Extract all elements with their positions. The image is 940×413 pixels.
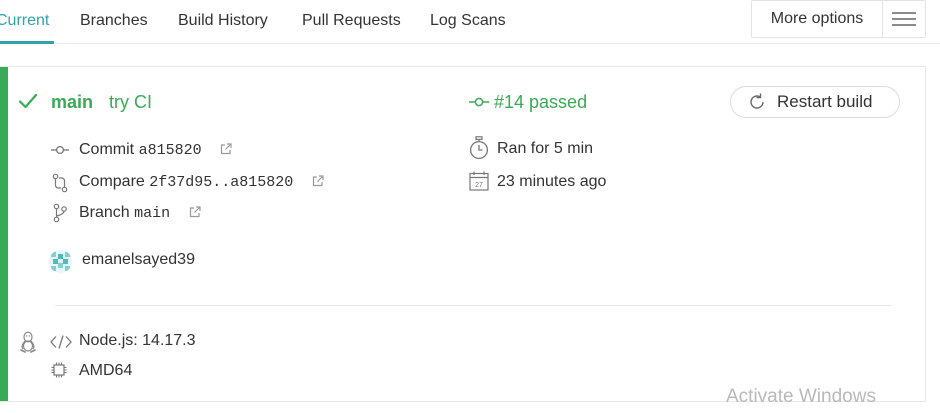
build-page: Current Branches Build History Pull Requ… — [0, 0, 940, 413]
author-name[interactable]: emanelsayed39 — [82, 250, 195, 270]
branch-row: Branch main — [79, 203, 201, 224]
compare-label: Compare — [79, 173, 145, 190]
commit-sha-link[interactable]: a815820 — [139, 142, 202, 159]
branch-label: Branch — [79, 204, 130, 221]
linux-icon — [19, 331, 37, 358]
branch-icon — [53, 203, 67, 228]
active-tab-indicator — [0, 41, 54, 44]
calendar-icon: 27 — [469, 171, 489, 196]
more-options-button[interactable]: More options — [751, 0, 926, 38]
finished-time: 23 minutes ago — [497, 173, 607, 190]
external-link-icon[interactable] — [312, 173, 324, 193]
tab-log-scans[interactable]: Log Scans — [430, 11, 506, 31]
restart-build-button[interactable]: Restart build — [730, 86, 900, 118]
activate-windows-watermark: Activate Windows — [726, 386, 876, 407]
build-status-link[interactable]: #14 passed — [494, 91, 587, 113]
commit-icon — [51, 143, 69, 162]
timer-icon — [468, 136, 490, 165]
external-link-icon[interactable] — [189, 204, 201, 224]
build-card: main try CI Commit a815820 Compare 2f37d… — [0, 66, 926, 402]
compare-icon — [52, 173, 68, 198]
branch-name-link[interactable]: main — [51, 91, 93, 113]
compare-range-link[interactable]: 2f37d95..a815820 — [149, 174, 293, 191]
tab-current[interactable]: Current — [0, 11, 49, 31]
compare-row: Compare 2f37d95..a815820 — [79, 172, 324, 193]
tab-build-history[interactable]: Build History — [178, 11, 268, 31]
build-duration: Ran for 5 min — [497, 140, 594, 157]
commit-message: try CI — [109, 92, 152, 112]
commit-row: Commit a815820 — [79, 140, 232, 161]
commit-label: Commit — [79, 141, 135, 158]
tab-bar: Current Branches Build History Pull Requ… — [0, 0, 940, 44]
external-link-icon[interactable] — [220, 141, 232, 161]
hamburger-menu-icon[interactable] — [883, 1, 925, 37]
language-version: Node.js: 14.17.3 — [79, 332, 196, 349]
code-icon — [50, 335, 72, 354]
chip-icon — [51, 362, 67, 383]
restart-build-label: Restart build — [777, 92, 873, 111]
calendar-day: 27 — [475, 182, 483, 189]
cpu-architecture: AMD64 — [79, 362, 133, 379]
tab-pull-requests[interactable]: Pull Requests — [302, 11, 401, 31]
commit-icon — [469, 95, 489, 114]
status-stripe — [0, 67, 8, 401]
branch-ref-link[interactable]: main — [134, 205, 170, 222]
more-options-label[interactable]: More options — [752, 1, 883, 37]
avatar — [49, 250, 72, 273]
tab-branches[interactable]: Branches — [80, 11, 148, 31]
divider — [55, 305, 891, 306]
check-icon — [18, 91, 38, 116]
restart-icon — [750, 93, 764, 109]
